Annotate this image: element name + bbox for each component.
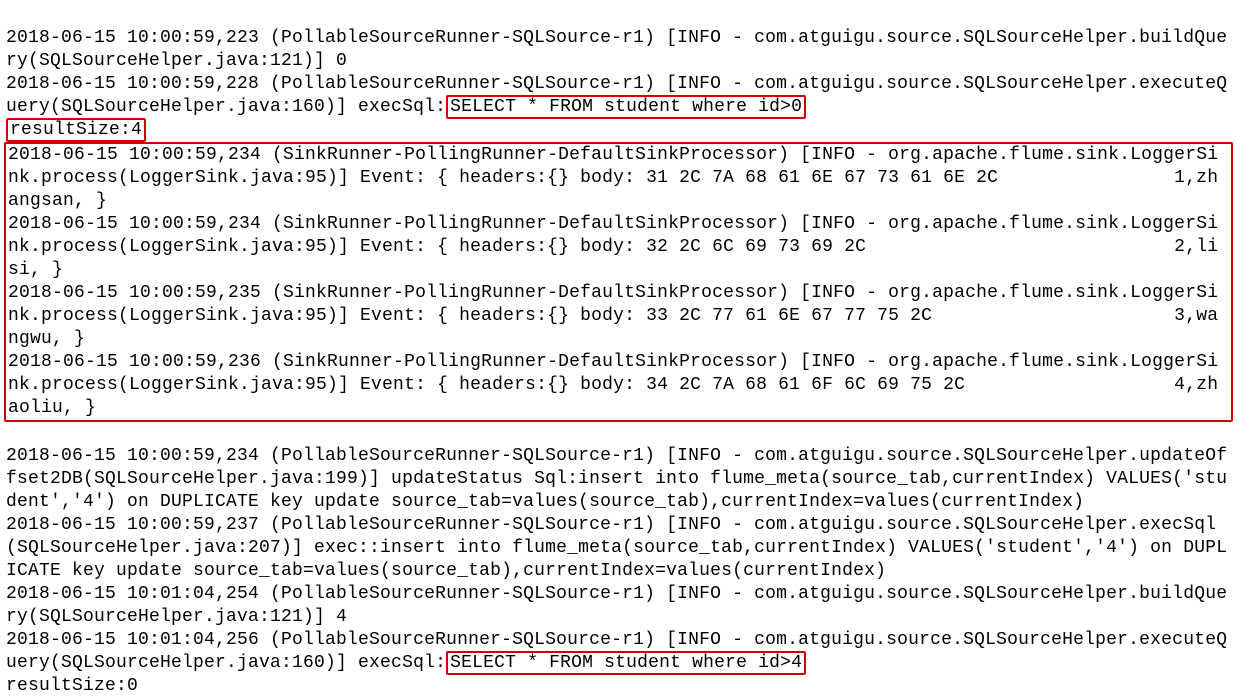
log-event-line: 2018-06-15 10:00:59,234 (SinkRunner-Poll… <box>8 214 1218 280</box>
log-line: resultSize:0 <box>6 676 138 696</box>
highlighted-event-block: 2018-06-15 10:00:59,234 (SinkRunner-Poll… <box>4 142 1233 422</box>
log-event-line: 2018-06-15 10:00:59,234 (SinkRunner-Poll… <box>8 145 1218 211</box>
log-line: 2018-06-15 10:01:04,254 (PollableSourceR… <box>6 584 1227 627</box>
log-line: 2018-06-15 10:00:59,223 (PollableSourceR… <box>6 28 1227 71</box>
log-line: 2018-06-15 10:00:59,234 (PollableSourceR… <box>6 446 1227 512</box>
highlighted-sql-query: SELECT * FROM student where id>4 <box>446 651 806 675</box>
log-event-line: 2018-06-15 10:00:59,235 (SinkRunner-Poll… <box>8 283 1218 349</box>
log-event-line: 2018-06-15 10:00:59,236 (SinkRunner-Poll… <box>8 352 1218 418</box>
highlighted-result-size: resultSize:4 <box>6 118 146 142</box>
highlighted-sql-query: SELECT * FROM student where id>0 <box>446 95 806 119</box>
log-output: 2018-06-15 10:00:59,223 (PollableSourceR… <box>6 4 1231 698</box>
log-line: 2018-06-15 10:00:59,237 (PollableSourceR… <box>6 515 1227 581</box>
